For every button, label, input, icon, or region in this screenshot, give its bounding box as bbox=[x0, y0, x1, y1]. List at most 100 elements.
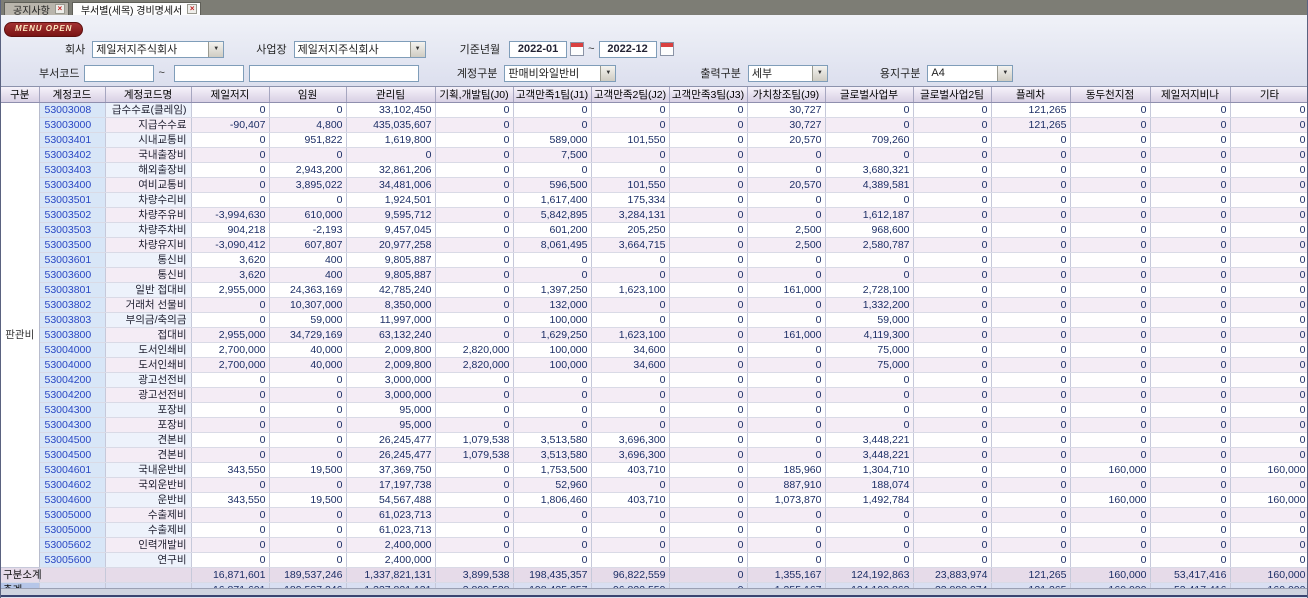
amount-cell[interactable]: 0 bbox=[1230, 432, 1307, 448]
amount-cell[interactable]: 1,806,460 bbox=[513, 492, 592, 508]
amount-cell[interactable]: 0 bbox=[1230, 117, 1307, 133]
amount-cell[interactable]: 0 bbox=[1230, 357, 1307, 373]
amount-cell[interactable]: 0 bbox=[269, 447, 347, 463]
amount-cell[interactable]: 0 bbox=[825, 102, 914, 118]
amount-cell[interactable]: 0 bbox=[435, 507, 514, 523]
table-row[interactable]: 53004200 광고선전비 0 0 3,000,000 0 0 0 0 0 0 0 0 0 0 0 bbox=[1, 372, 1307, 388]
amount-cell[interactable]: 40,000 bbox=[269, 342, 347, 358]
account-code-cell[interactable]: 53003008 bbox=[39, 102, 106, 118]
amount-cell[interactable]: 1,623,100 bbox=[591, 327, 670, 343]
amount-cell[interactable]: 53,417,416 bbox=[1150, 567, 1231, 583]
amount-cell[interactable]: 0 bbox=[1070, 507, 1151, 523]
amount-cell[interactable]: 0 bbox=[669, 372, 748, 388]
amount-cell[interactable]: 0 bbox=[747, 447, 826, 463]
amount-cell[interactable]: 0 bbox=[747, 507, 826, 523]
account-code-cell[interactable]: 53003801 bbox=[39, 282, 106, 298]
amount-cell[interactable]: 0 bbox=[191, 132, 270, 148]
account-code-cell[interactable]: 53005000 bbox=[39, 522, 106, 538]
amount-cell[interactable]: 0 bbox=[1230, 207, 1307, 223]
amount-cell[interactable]: 0 bbox=[747, 162, 826, 178]
amount-cell[interactable]: 0 bbox=[1150, 462, 1231, 478]
account-code-cell[interactable]: 53003601 bbox=[39, 252, 106, 268]
column-header[interactable]: 플레차 bbox=[991, 87, 1071, 103]
amount-cell[interactable]: 32,861,206 bbox=[346, 162, 436, 178]
amount-cell[interactable]: 0 bbox=[191, 372, 270, 388]
amount-cell[interactable]: 0 bbox=[191, 297, 270, 313]
account-name-cell[interactable]: 차량유지비 bbox=[105, 237, 192, 253]
amount-cell[interactable]: 0 bbox=[913, 267, 992, 283]
amount-cell[interactable]: 19,500 bbox=[269, 492, 347, 508]
amount-cell[interactable]: 0 bbox=[747, 312, 826, 328]
table-row[interactable]: 53003502 차량주유비 -3,994,630 610,000 9,595,712 0… bbox=[1, 207, 1307, 223]
amount-cell[interactable]: 0 bbox=[747, 417, 826, 433]
table-row[interactable]: 53004601 국내운반비 343,550 19,500 37,369,750 0 1,7… bbox=[1, 462, 1307, 478]
account-name-cell[interactable]: 차량주차비 bbox=[105, 222, 192, 238]
amount-cell[interactable]: 0 bbox=[747, 537, 826, 553]
output-type-select[interactable]: 세부 ▼ bbox=[747, 64, 828, 82]
amount-cell[interactable]: 30,727 bbox=[747, 117, 826, 133]
amount-cell[interactable]: 0 bbox=[1150, 432, 1231, 448]
amount-cell[interactable]: 24,363,169 bbox=[269, 282, 347, 298]
amount-cell[interactable]: 0 bbox=[825, 507, 914, 523]
amount-cell[interactable]: 0 bbox=[191, 177, 270, 193]
amount-cell[interactable]: 0 bbox=[825, 402, 914, 418]
amount-cell[interactable]: 0 bbox=[591, 402, 670, 418]
account-type-select[interactable]: 판매비와일반비 ▼ bbox=[504, 64, 617, 82]
amount-cell[interactable]: 0 bbox=[669, 327, 748, 343]
amount-cell[interactable]: 34,481,006 bbox=[346, 177, 436, 193]
amount-cell[interactable]: 1,619,800 bbox=[346, 132, 436, 148]
amount-cell[interactable]: 3,680,321 bbox=[825, 162, 914, 178]
amount-cell[interactable]: 0 bbox=[913, 537, 992, 553]
amount-cell[interactable]: 2,500 bbox=[747, 222, 826, 238]
amount-cell[interactable]: 596,500 bbox=[513, 177, 592, 193]
table-row[interactable]: 53004000 도서인쇄비 2,700,000 40,000 2,009,800 2,8… bbox=[1, 342, 1307, 358]
account-name-cell[interactable]: 통신비 bbox=[105, 267, 192, 283]
account-code-cell[interactable]: 53004600 bbox=[39, 492, 106, 508]
table-row[interactable]: 53003500 차량유지비 -3,090,412 607,807 20,977,258… bbox=[1, 237, 1307, 253]
period-from-input[interactable]: 2022-01 bbox=[509, 40, 568, 58]
amount-cell[interactable]: 904,218 bbox=[191, 222, 270, 238]
table-row[interactable]: 53003503 차량주차비 904,218 -2,193 9,457,045 0 601,… bbox=[1, 222, 1307, 238]
amount-cell[interactable]: 0 bbox=[1230, 102, 1307, 118]
amount-cell[interactable]: 0 bbox=[1230, 387, 1307, 403]
amount-cell[interactable]: 0 bbox=[1070, 162, 1151, 178]
amount-cell[interactable]: 343,550 bbox=[191, 462, 270, 478]
amount-cell[interactable]: 0 bbox=[435, 492, 514, 508]
amount-cell[interactable]: 2,400,000 bbox=[346, 537, 436, 553]
amount-cell[interactable]: 400 bbox=[269, 252, 347, 268]
account-name-cell[interactable]: 광고선전비 bbox=[105, 372, 192, 388]
amount-cell[interactable]: 0 bbox=[747, 192, 826, 208]
amount-cell[interactable]: 0 bbox=[191, 537, 270, 553]
amount-cell[interactable]: 3,000,000 bbox=[346, 387, 436, 403]
table-row[interactable]: 53004300 포장비 0 0 95,000 0 0 0 0 0 0 0 0 0 0 0 bbox=[1, 402, 1307, 418]
amount-cell[interactable]: 0 bbox=[669, 552, 748, 568]
amount-cell[interactable]: 9,805,887 bbox=[346, 267, 436, 283]
amount-cell[interactable]: 0 bbox=[1230, 552, 1307, 568]
column-header[interactable]: 제일저지 bbox=[191, 87, 270, 103]
amount-cell[interactable]: 0 bbox=[1150, 147, 1231, 163]
account-code-cell[interactable]: 53004200 bbox=[39, 387, 106, 403]
amount-cell[interactable]: 0 bbox=[591, 147, 670, 163]
column-header[interactable]: 고객만족3팀(J3) bbox=[669, 87, 748, 103]
amount-cell[interactable]: 1,079,538 bbox=[435, 432, 514, 448]
amount-cell[interactable]: 610,000 bbox=[269, 207, 347, 223]
amount-cell[interactable]: 0 bbox=[913, 177, 992, 193]
amount-cell[interactable]: 0 bbox=[747, 207, 826, 223]
amount-cell[interactable]: 0 bbox=[591, 102, 670, 118]
table-row[interactable]: 53003401 시내교통비 0 951,822 1,619,800 0 589,000 10… bbox=[1, 132, 1307, 148]
account-code-cell[interactable]: 53004602 bbox=[39, 477, 106, 493]
amount-cell[interactable]: 343,550 bbox=[191, 492, 270, 508]
amount-cell[interactable]: 0 bbox=[191, 432, 270, 448]
amount-cell[interactable]: 0 bbox=[991, 387, 1071, 403]
amount-cell[interactable]: 0 bbox=[591, 552, 670, 568]
table-row[interactable]: 53003803 부의금/축의금 0 59,000 11,997,000 0 100,000… bbox=[1, 312, 1307, 328]
amount-cell[interactable]: 95,000 bbox=[346, 417, 436, 433]
amount-cell[interactable]: 0 bbox=[669, 357, 748, 373]
amount-cell[interactable]: 0 bbox=[591, 117, 670, 133]
amount-cell[interactable]: 0 bbox=[991, 477, 1071, 493]
table-row[interactable]: 53004200 광고선전비 0 0 3,000,000 0 0 0 0 0 0 0 0 0 0 0 bbox=[1, 387, 1307, 403]
amount-cell[interactable]: 0 bbox=[191, 552, 270, 568]
account-code-cell[interactable]: 53004601 bbox=[39, 462, 106, 478]
account-code-cell[interactable]: 53004000 bbox=[39, 342, 106, 358]
amount-cell[interactable]: 0 bbox=[913, 297, 992, 313]
